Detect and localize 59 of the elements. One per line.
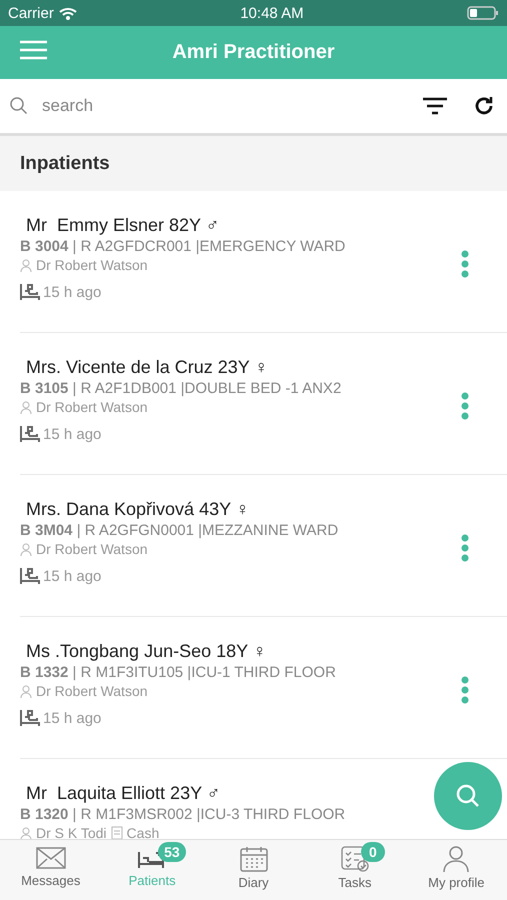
- bed-icon: [20, 709, 40, 727]
- search-icon: [455, 783, 481, 809]
- admission-time: 15 h ago: [43, 568, 102, 584]
- tab[interactable]: Messages: [0, 840, 102, 900]
- calendar-icon: [240, 846, 268, 872]
- payment-type: Cash: [126, 825, 160, 839]
- clock: 10:48 AM: [240, 4, 304, 22]
- admission-time: 15 h ago: [43, 426, 102, 442]
- patient-row[interactable]: Ms .Tongbang Jun-Seo 18Y ♀ B 1332 | R M1F3ITU105 |ICU-1 THIRD FLOOR Dr Robert Watson 15 h ago: [20, 617, 507, 759]
- search-icon: [10, 97, 28, 115]
- bed-room-info: B 1332 | R M1F3ITU105 |ICU-1 THIRD FLOOR: [20, 664, 336, 681]
- person-icon: [20, 400, 32, 414]
- wifi-icon: [58, 6, 77, 20]
- app-title: Amri Practitioner: [172, 41, 335, 64]
- bed-room-info: B 3105 | R A2F1DB001 |DOUBLE BED -1 ANX2: [20, 380, 342, 397]
- patient-name: Mrs. Vicente de la Cruz 23Y ♀: [25, 357, 268, 378]
- admission-time: 15 h ago: [43, 710, 102, 726]
- doctor-name: Dr Robert Watson: [36, 541, 148, 557]
- bed-room-info: B 1320 | R M1F3MSR002 |ICU-3 THIRD FLOOR: [20, 806, 346, 823]
- doctor-name: Dr S K Todi: [36, 825, 107, 839]
- checklist-icon: [340, 846, 369, 872]
- more-button[interactable]: [461, 534, 469, 564]
- receipt-icon: [110, 826, 123, 839]
- envelope-icon: [36, 846, 66, 870]
- filter-button[interactable]: [423, 97, 447, 115]
- admission-time: 15 h ago: [43, 284, 102, 300]
- menu-button[interactable]: [20, 40, 47, 60]
- tab[interactable]: Tasks 0: [304, 840, 406, 900]
- tab[interactable]: My profile: [406, 840, 507, 900]
- carrier-label: Carrier: [8, 4, 77, 22]
- bed-icon: [20, 283, 40, 301]
- more-button[interactable]: [461, 392, 469, 422]
- count-badge: 53: [158, 842, 186, 862]
- patient-row[interactable]: Mrs. Vicente de la Cruz 23Y ♀ B 3105 | R A2F1DB001 |DOUBLE BED -1 ANX2 Dr Robert Watson 15 h ago: [20, 333, 507, 475]
- more-button[interactable]: [461, 250, 469, 280]
- doctor-name: Dr Robert Watson: [36, 257, 148, 273]
- patient-name: Mr Emmy Elsner 82Y ♂: [25, 215, 220, 236]
- person-icon: [20, 684, 32, 698]
- patient-row[interactable]: Mrs. Dana Kopřivová 43Y ♀ B 3M04 | R A2GFGN0001 |MEZZANINE WARD Dr Robert Watson 15 h ago: [20, 475, 507, 617]
- bed-icon: [20, 425, 40, 443]
- person-icon: [20, 542, 32, 556]
- bed-room-info: B 3M04 | R A2GFGN0001 |MEZZANINE WARD: [20, 522, 338, 539]
- person-icon: [20, 826, 32, 839]
- more-button[interactable]: [461, 676, 469, 706]
- refresh-button[interactable]: [473, 95, 495, 117]
- person-icon: [20, 258, 32, 272]
- doctor-name: Dr Robert Watson: [36, 399, 148, 415]
- section-title: Inpatients: [20, 152, 110, 174]
- doctor-name: Dr Robert Watson: [36, 683, 148, 699]
- patient-name: Mrs. Dana Kopřivová 43Y ♀: [25, 499, 250, 520]
- bed-room-info: B 3004 | R A2GFDCR001 |EMERGENCY WARD: [20, 238, 346, 255]
- patient-name: Ms .Tongbang Jun-Seo 18Y ♀: [25, 641, 266, 662]
- patient-name: Mr Laquita Elliott 23Y ♂: [25, 783, 220, 804]
- patient-row[interactable]: Mr Emmy Elsner 82Y ♂ B 3004 | R A2GFDCR001 |EMERGENCY WARD Dr Robert Watson 15 h ago: [20, 191, 507, 333]
- bed-icon: [20, 567, 40, 585]
- battery-icon: [466, 6, 499, 20]
- person-icon: [442, 846, 470, 872]
- tab[interactable]: Diary: [202, 840, 304, 900]
- count-badge: 0: [360, 842, 385, 862]
